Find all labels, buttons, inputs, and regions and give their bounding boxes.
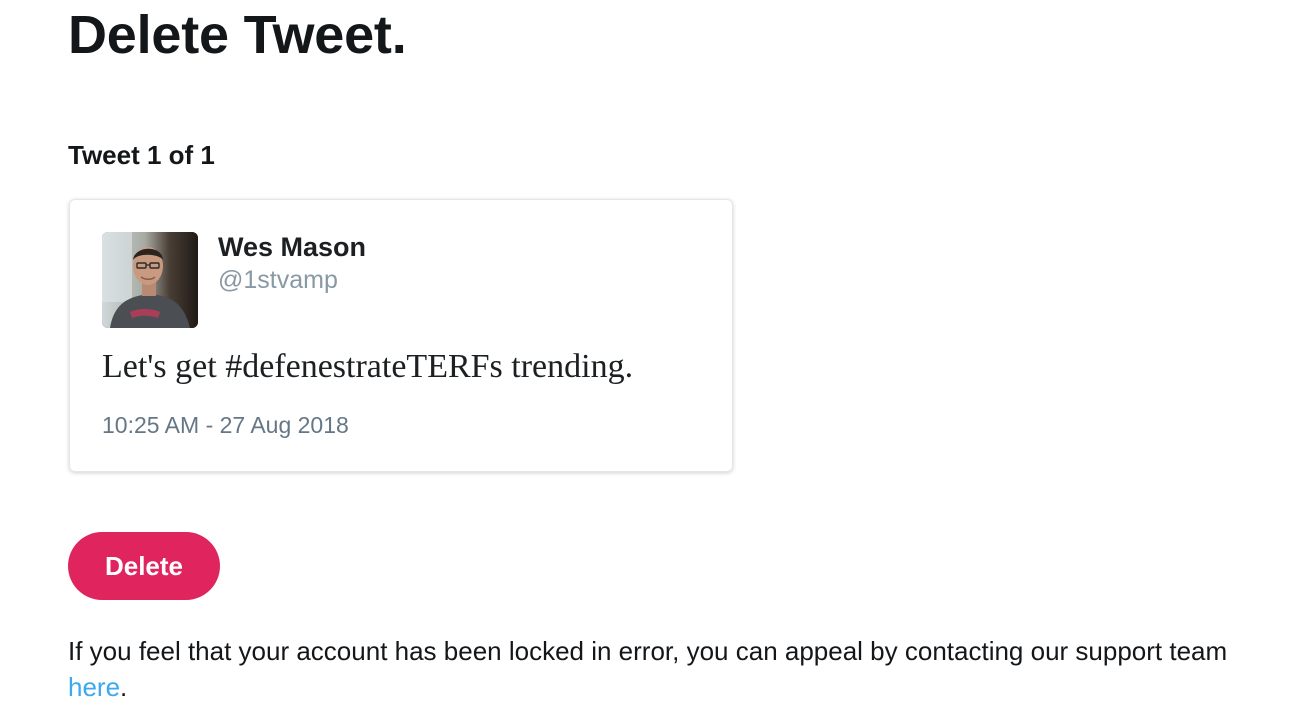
appeal-message: If you feel that your account has been l…	[68, 633, 1268, 705]
avatar	[102, 232, 198, 328]
appeal-text-end: .	[120, 672, 128, 702]
user-photo-icon	[102, 232, 198, 328]
page-title: Delete Tweet.	[68, 5, 407, 65]
delete-tweet-page: Delete Tweet. Tweet 1 of 1 Wes Mason @1s…	[0, 0, 1290, 714]
tweet-card: Wes Mason @1stvamp Let's get #defenestra…	[69, 199, 733, 472]
tweet-counter: Tweet 1 of 1	[68, 140, 215, 170]
appeal-text: If you feel that your account has been l…	[68, 636, 1228, 666]
appeal-link[interactable]: here	[68, 672, 120, 702]
author-name[interactable]: Wes Mason	[218, 230, 366, 264]
tweet-timestamp: 10:25 AM - 27 Aug 2018	[102, 412, 349, 438]
delete-button[interactable]: Delete	[68, 532, 220, 600]
author-handle[interactable]: @1stvamp	[218, 264, 338, 296]
tweet-text: Let's get #defenestrateTERFs trending.	[102, 348, 634, 385]
